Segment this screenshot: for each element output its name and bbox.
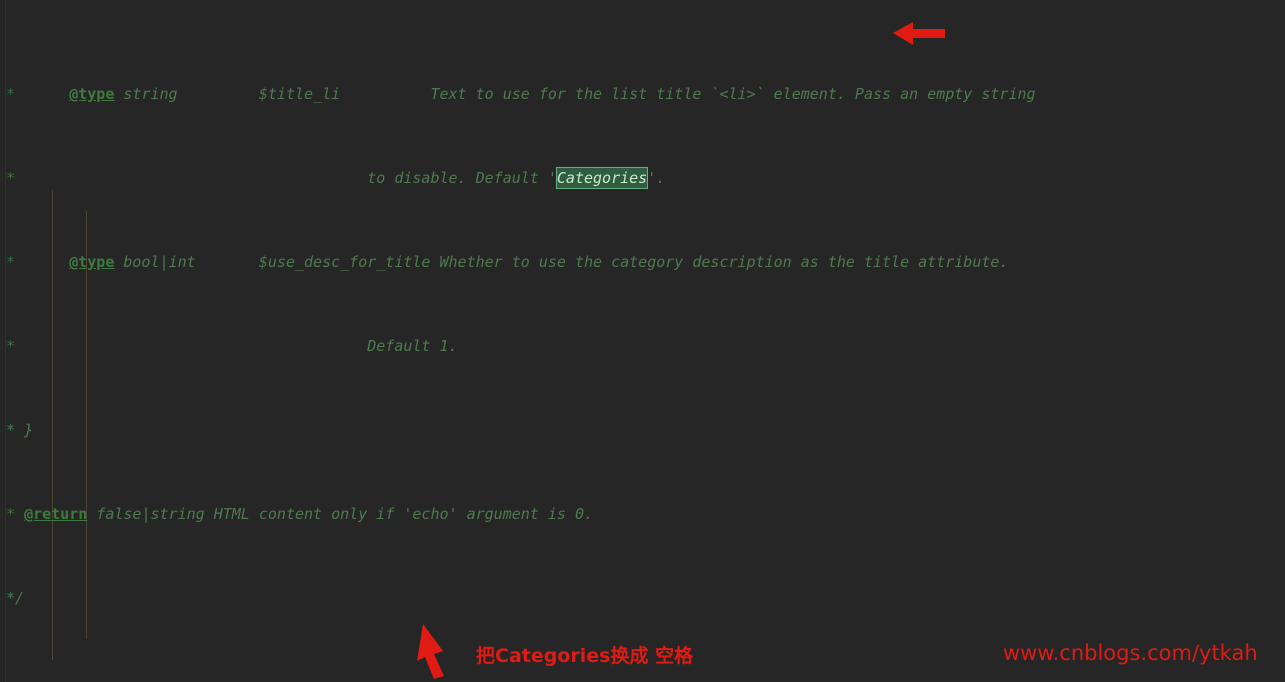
doc-end: */ xyxy=(6,589,25,607)
doc-desc: Text to use for the list title `<li>` el… xyxy=(430,85,1036,103)
doc-desc-post: '. xyxy=(647,169,666,187)
comment-star: * xyxy=(6,337,16,355)
code-content[interactable]: * @type string $title_li Text to use for… xyxy=(0,0,1285,682)
doc-param: $use_desc_for_title xyxy=(258,253,431,271)
doc-param: $title_li xyxy=(258,85,341,103)
doc-desc-pre: to disable. Default ' xyxy=(367,169,557,187)
comment-star: * xyxy=(6,253,16,271)
doc-line-title-li: * @type string $title_li Text to use for… xyxy=(0,84,1285,105)
doc-line-end: */ xyxy=(0,588,1285,609)
doc-type: string xyxy=(123,85,178,103)
doc-desc: Whether to use the category description … xyxy=(439,253,1009,271)
doc-tag-return: @return xyxy=(24,505,88,523)
annotation-note: 把Categories换成 空格 xyxy=(476,645,694,667)
code-editor[interactable]: * @type string $title_li Text to use for… xyxy=(0,0,1285,682)
doc-return-text: false|string HTML content only if 'echo'… xyxy=(96,505,594,523)
comment-star: * xyxy=(6,169,16,187)
doc-desc: Default 1. xyxy=(367,337,458,355)
doc-line-return: * @return false|string HTML content only… xyxy=(0,504,1285,525)
watermark-url: www.cnblogs.com/ytkah xyxy=(1003,641,1258,665)
doc-tag-type: @type xyxy=(69,85,115,103)
doc-tag-type: @type xyxy=(69,253,115,271)
doc-type: bool|int xyxy=(123,253,196,271)
doc-line-use-desc-cont: * Default 1. xyxy=(0,336,1285,357)
doc-line-title-li-cont: * to disable. Default 'Categories'. xyxy=(0,168,1285,189)
comment-star: * xyxy=(6,505,16,523)
doc-line-close-brace: * } xyxy=(0,420,1285,441)
comment-star: * xyxy=(6,85,16,103)
search-match-categories: Categories xyxy=(556,168,648,188)
doc-line-use-desc: * @type bool|int $use_desc_for_title Whe… xyxy=(0,252,1285,273)
doc-close-brace: * } xyxy=(6,421,34,439)
